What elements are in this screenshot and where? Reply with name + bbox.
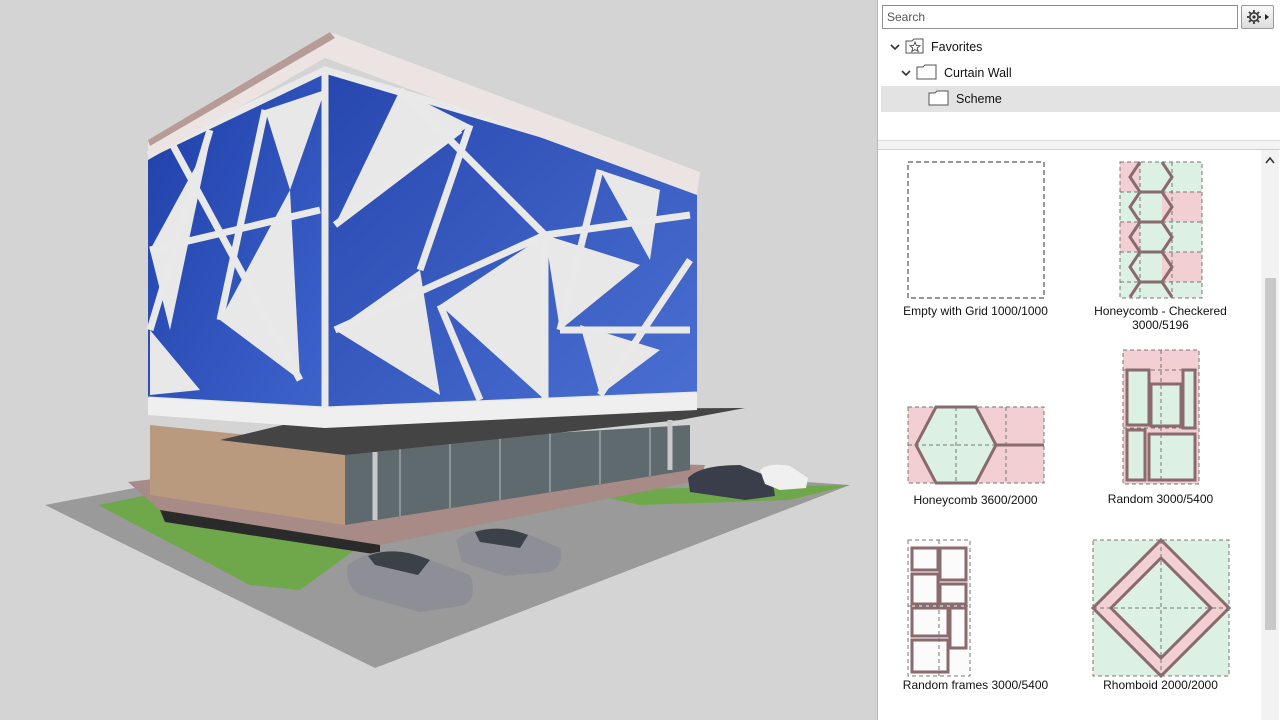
library-tree: Favorites Curtain Wall Scheme <box>878 34 1280 112</box>
scheme-thumbnail <box>906 161 1045 299</box>
scheme-thumbnail <box>1119 161 1202 299</box>
scheme-thumbnail <box>1090 538 1231 678</box>
scheme-thumbnail <box>1122 349 1199 485</box>
tree-item-scheme[interactable]: Scheme <box>881 86 1280 112</box>
scheme-label: Honeycomb - Checkered <box>1094 304 1227 318</box>
scheme-tile-random[interactable]: Random 3000/5400 <box>1068 348 1253 506</box>
scheme-tile-empty-grid[interactable]: Empty with Grid 1000/1000 <box>883 160 1068 318</box>
building-render <box>45 32 850 668</box>
scheme-tile-honeycomb[interactable]: Honeycomb 3600/2000 <box>883 405 1068 507</box>
search-input[interactable] <box>887 7 1227 27</box>
scheme-label: Rhomboid 2000/2000 <box>1103 678 1218 692</box>
settings-button[interactable] <box>1241 5 1274 29</box>
tree-item-label: Favorites <box>931 40 983 54</box>
scheme-label: Random 3000/5400 <box>1107 492 1214 506</box>
scheme-tile-honeycomb-checkered[interactable]: Honeycomb - Checkered 3000/5196 <box>1068 160 1253 332</box>
scheme-grid: Empty with Grid 1000/1000 Honeycomb - Ch… <box>878 150 1261 720</box>
folder-icon <box>916 64 938 83</box>
panel-divider[interactable] <box>878 140 1280 150</box>
chevron-down-icon[interactable] <box>900 67 912 79</box>
search-box[interactable] <box>882 5 1238 29</box>
tree-item-curtain-wall[interactable]: Curtain Wall <box>878 60 1280 86</box>
favorites-folder-icon <box>905 38 925 57</box>
3d-viewport[interactable] <box>0 0 877 720</box>
folder-icon <box>928 90 950 109</box>
scheme-label: Empty with Grid 1000/1000 <box>903 304 1048 318</box>
scroll-up-icon[interactable] <box>1264 155 1276 165</box>
tree-item-favorites[interactable]: Favorites <box>878 34 1280 60</box>
scheme-label: Random frames 3000/5400 <box>902 678 1049 692</box>
scrollbar-thumb[interactable] <box>1265 278 1276 630</box>
scheme-tile-random-frames[interactable]: Random frames 3000/5400 <box>883 538 1068 692</box>
tree-item-label: Curtain Wall <box>944 66 1012 80</box>
scheme-browser-panel: Favorites Curtain Wall Scheme Empty with… <box>877 0 1280 720</box>
scheme-thumbnail <box>907 405 1044 485</box>
scheme-thumbnail <box>907 539 971 677</box>
scrollbar[interactable] <box>1261 150 1279 720</box>
gear-icon <box>1246 10 1269 24</box>
scheme-label: Honeycomb 3600/2000 <box>913 493 1038 507</box>
chevron-down-icon[interactable] <box>889 41 901 53</box>
scheme-tile-rhomboid[interactable]: Rhomboid 2000/2000 <box>1068 538 1253 692</box>
tree-item-label: Scheme <box>956 92 1002 106</box>
scheme-label-size: 3000/5196 <box>1132 318 1189 332</box>
